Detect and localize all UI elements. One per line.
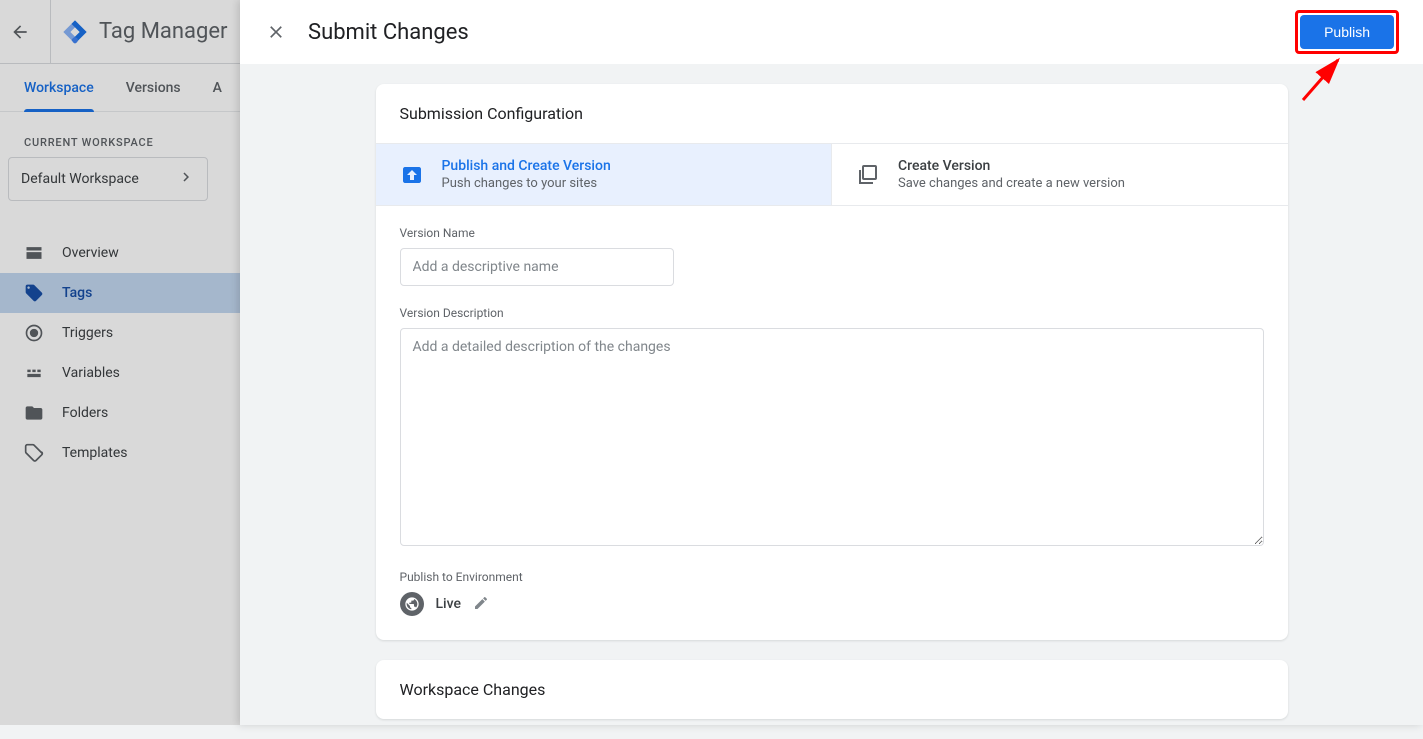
panel-header: Submit Changes Publish [240,0,1423,64]
environment-name: Live [436,596,461,612]
close-button[interactable] [264,20,288,44]
submit-changes-panel: Submit Changes Publish Submission Config… [240,0,1423,725]
edit-environment-button[interactable] [473,595,491,613]
panel-title: Submit Changes [308,20,469,45]
version-name-input[interactable] [400,248,674,286]
submission-config-card: Submission Configuration Publish and Cre… [376,84,1288,640]
publish-icon [400,163,424,187]
card-title: Workspace Changes [376,660,1288,719]
option-subtitle: Push changes to your sites [442,176,611,191]
submission-options: Publish and Create Version Push changes … [376,144,1288,206]
option-create-version[interactable]: Create Version Save changes and create a… [832,144,1288,205]
publish-button[interactable]: Publish [1300,15,1394,49]
globe-icon [400,592,424,616]
publish-environment-label: Publish to Environment [400,570,1264,584]
card-title: Submission Configuration [376,84,1288,144]
version-name-label: Version Name [400,226,1264,240]
version-description-label: Version Description [400,306,1264,320]
option-subtitle: Save changes and create a new version [898,176,1125,191]
close-icon [266,22,286,42]
option-title: Create Version [898,158,1125,174]
version-description-input[interactable] [400,328,1264,546]
create-version-icon [856,163,880,187]
workspace-changes-card: Workspace Changes [376,660,1288,719]
option-publish-create[interactable]: Publish and Create Version Push changes … [376,144,833,205]
pencil-icon [473,595,489,611]
publish-highlight-box: Publish [1295,10,1399,54]
option-title: Publish and Create Version [442,158,611,174]
